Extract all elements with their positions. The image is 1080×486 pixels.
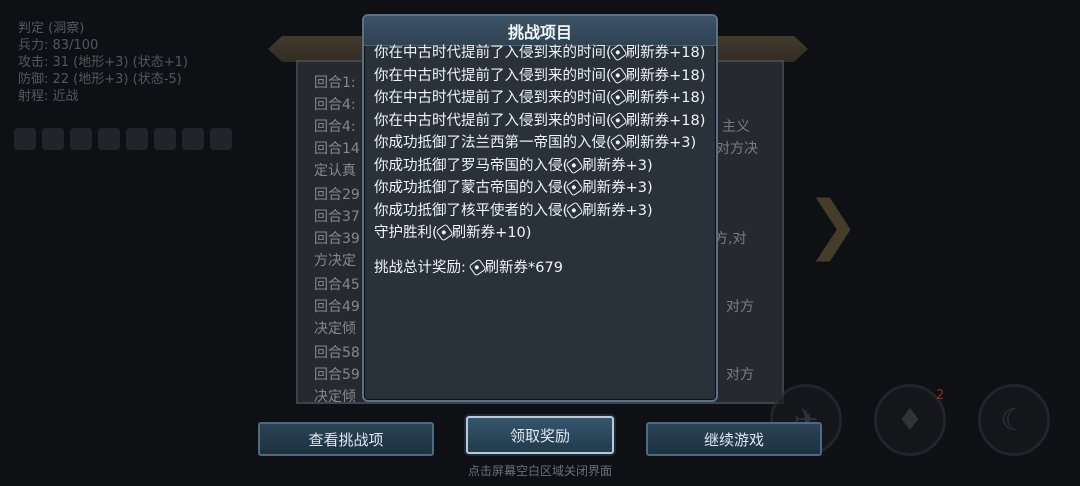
total-reward-name: 刷新券 [484,259,529,276]
log-line: 定认真 [314,163,356,179]
stat-line: 兵力: 83/100 [18,38,99,53]
log-line: 对方 [726,299,754,315]
entry-amount: +18) [669,45,706,61]
log-line: 回合49 [314,299,360,315]
view-challenges-button[interactable]: 查看挑战项 [258,422,434,456]
log-line: 回合4: [314,97,356,113]
entry-reward: 刷新券 [625,45,670,61]
log-line: 回合58 [314,345,360,361]
unit-stats-panel: 判定 (洞察) 兵力: 83/100 攻击: 31 (地形+3) (状态+1) … [18,20,238,105]
total-amount: *679 [528,259,563,276]
entry-reward: 刷新券 [582,180,626,196]
total-reward: 挑战总计奖励: 刷新券*679 [374,257,706,280]
entry-text: 你成功抵御了核平使者的入侵( [374,202,569,219]
challenge-list[interactable]: 你在中古时代提前了入侵到来的时间(刷新券+18) 你在中古时代提前了入侵到来的时… [374,42,706,400]
challenge-entry: 你成功抵御了罗马帝国的入侵( 刷新券+3) [374,155,706,178]
entry-text: 你在中古时代提前了入侵到来的时间( [374,90,612,106]
entry-text: 你在中古时代提前了入侵到来的时间( [374,112,612,129]
log-line: 回合1: [314,75,356,91]
log-line: 决定倾 [314,321,356,337]
log-line: 对方决 [716,141,758,157]
close-hint: 点击屏幕空白区域关闭界面 [467,464,612,478]
challenge-entry: 你在中古时代提前了入侵到来的时间( 刷新券+18) [374,87,706,110]
entry-reward: 刷新券 [451,225,496,241]
trait-icon [70,128,92,150]
entry-text: 守护胜利( [374,225,438,241]
log-line: 回合14 [314,141,360,157]
log-line: 回合37 [314,209,360,225]
trait-icon [42,128,64,150]
entry-reward: 刷新券 [625,112,670,129]
stat-line: 攻击: 31 (地形+3) (状态+1) [18,55,188,70]
trait-icon [210,128,232,150]
continue-game-button[interactable]: 继续游戏 [646,422,822,456]
stat-line: 防御: 22 (地形+3) (状态-5) [18,72,182,87]
stat-line: 射程: 近战 [18,89,79,104]
log-line: 回合29 [314,187,360,203]
entry-amount: +18) [669,90,706,106]
challenge-entry: 守护胜利( 刷新券+10) [374,222,706,245]
claim-reward-button[interactable]: 领取奖励 [466,416,614,454]
ticket-icon [565,155,584,175]
entry-amount: +10) [495,225,532,241]
challenge-entry: 你成功抵御了核平使者的入侵( 刷新券+3) [374,200,706,223]
log-line: 回合39 [314,231,360,247]
trait-icon [98,128,120,150]
challenge-entry: 你在中古时代提前了入侵到来的时间( 刷新券+18) [374,110,706,133]
challenge-entry: 你成功抵御了蒙古帝国的入侵( 刷新券+3) [374,177,706,200]
entry-text: 你成功抵御了蒙古帝国的入侵( [374,180,569,196]
entry-text: 你成功抵御了法兰西第一帝国的入侵( [374,135,612,151]
log-line: 方决定 [314,253,356,269]
stat-line: 判定 (洞察) [18,21,85,36]
entry-reward: 刷新券 [582,202,626,219]
unit-trait-icons [14,128,244,150]
entry-amount: +3) [669,135,697,151]
trait-icon [14,128,36,150]
entry-amount: +18) [669,67,706,84]
entry-reward: 刷新券 [582,157,626,174]
entry-reward: 刷新券 [625,90,670,106]
entry-reward: 刷新券 [625,135,670,151]
entry-reward: 刷新券 [625,67,670,84]
entry-text: 你成功抵御了罗马帝国的入侵( [374,157,569,174]
total-label: 挑战总计奖励: [374,259,471,276]
ticket-icon [565,178,584,197]
log-line: 回合59 [314,367,360,383]
entry-text: 你在中古时代提前了入侵到来的时间( [374,45,612,61]
log-line: 主义 [722,119,750,135]
challenge-entry: 你成功抵御了法兰西第一帝国的入侵( 刷新券+3) [374,132,706,155]
ticket-icon [565,200,584,220]
log-line: 回合45 [314,277,360,293]
log-line: 对方 [726,367,754,383]
notification-badge: 2 [936,388,945,403]
challenge-entry: 你在中古时代提前了入侵到来的时间( 刷新券+18) [374,65,706,88]
entry-amount: +3) [625,202,653,219]
challenge-items-modal: 挑战项目 你在中古时代提前了入侵到来的时间(刷新券+18) 你在中古时代提前了入… [362,14,718,402]
entry-amount: +3) [625,157,653,174]
chevron-right-icon[interactable]: ❯ [806,188,860,262]
log-line: 决定倾 [314,389,356,405]
trait-icon [154,128,176,150]
trait-icon [182,128,204,150]
log-line: 回合4: [314,119,356,135]
entry-amount: +3) [625,180,653,196]
challenge-entry: 你在中古时代提前了入侵到来的时间( 刷新券+18) [374,42,706,65]
entry-text: 你在中古时代提前了入侵到来的时间( [374,67,612,84]
trait-icon [126,128,148,150]
sleep-moon-icon[interactable]: ☾ [978,384,1050,456]
entry-amount: +18) [669,112,706,129]
